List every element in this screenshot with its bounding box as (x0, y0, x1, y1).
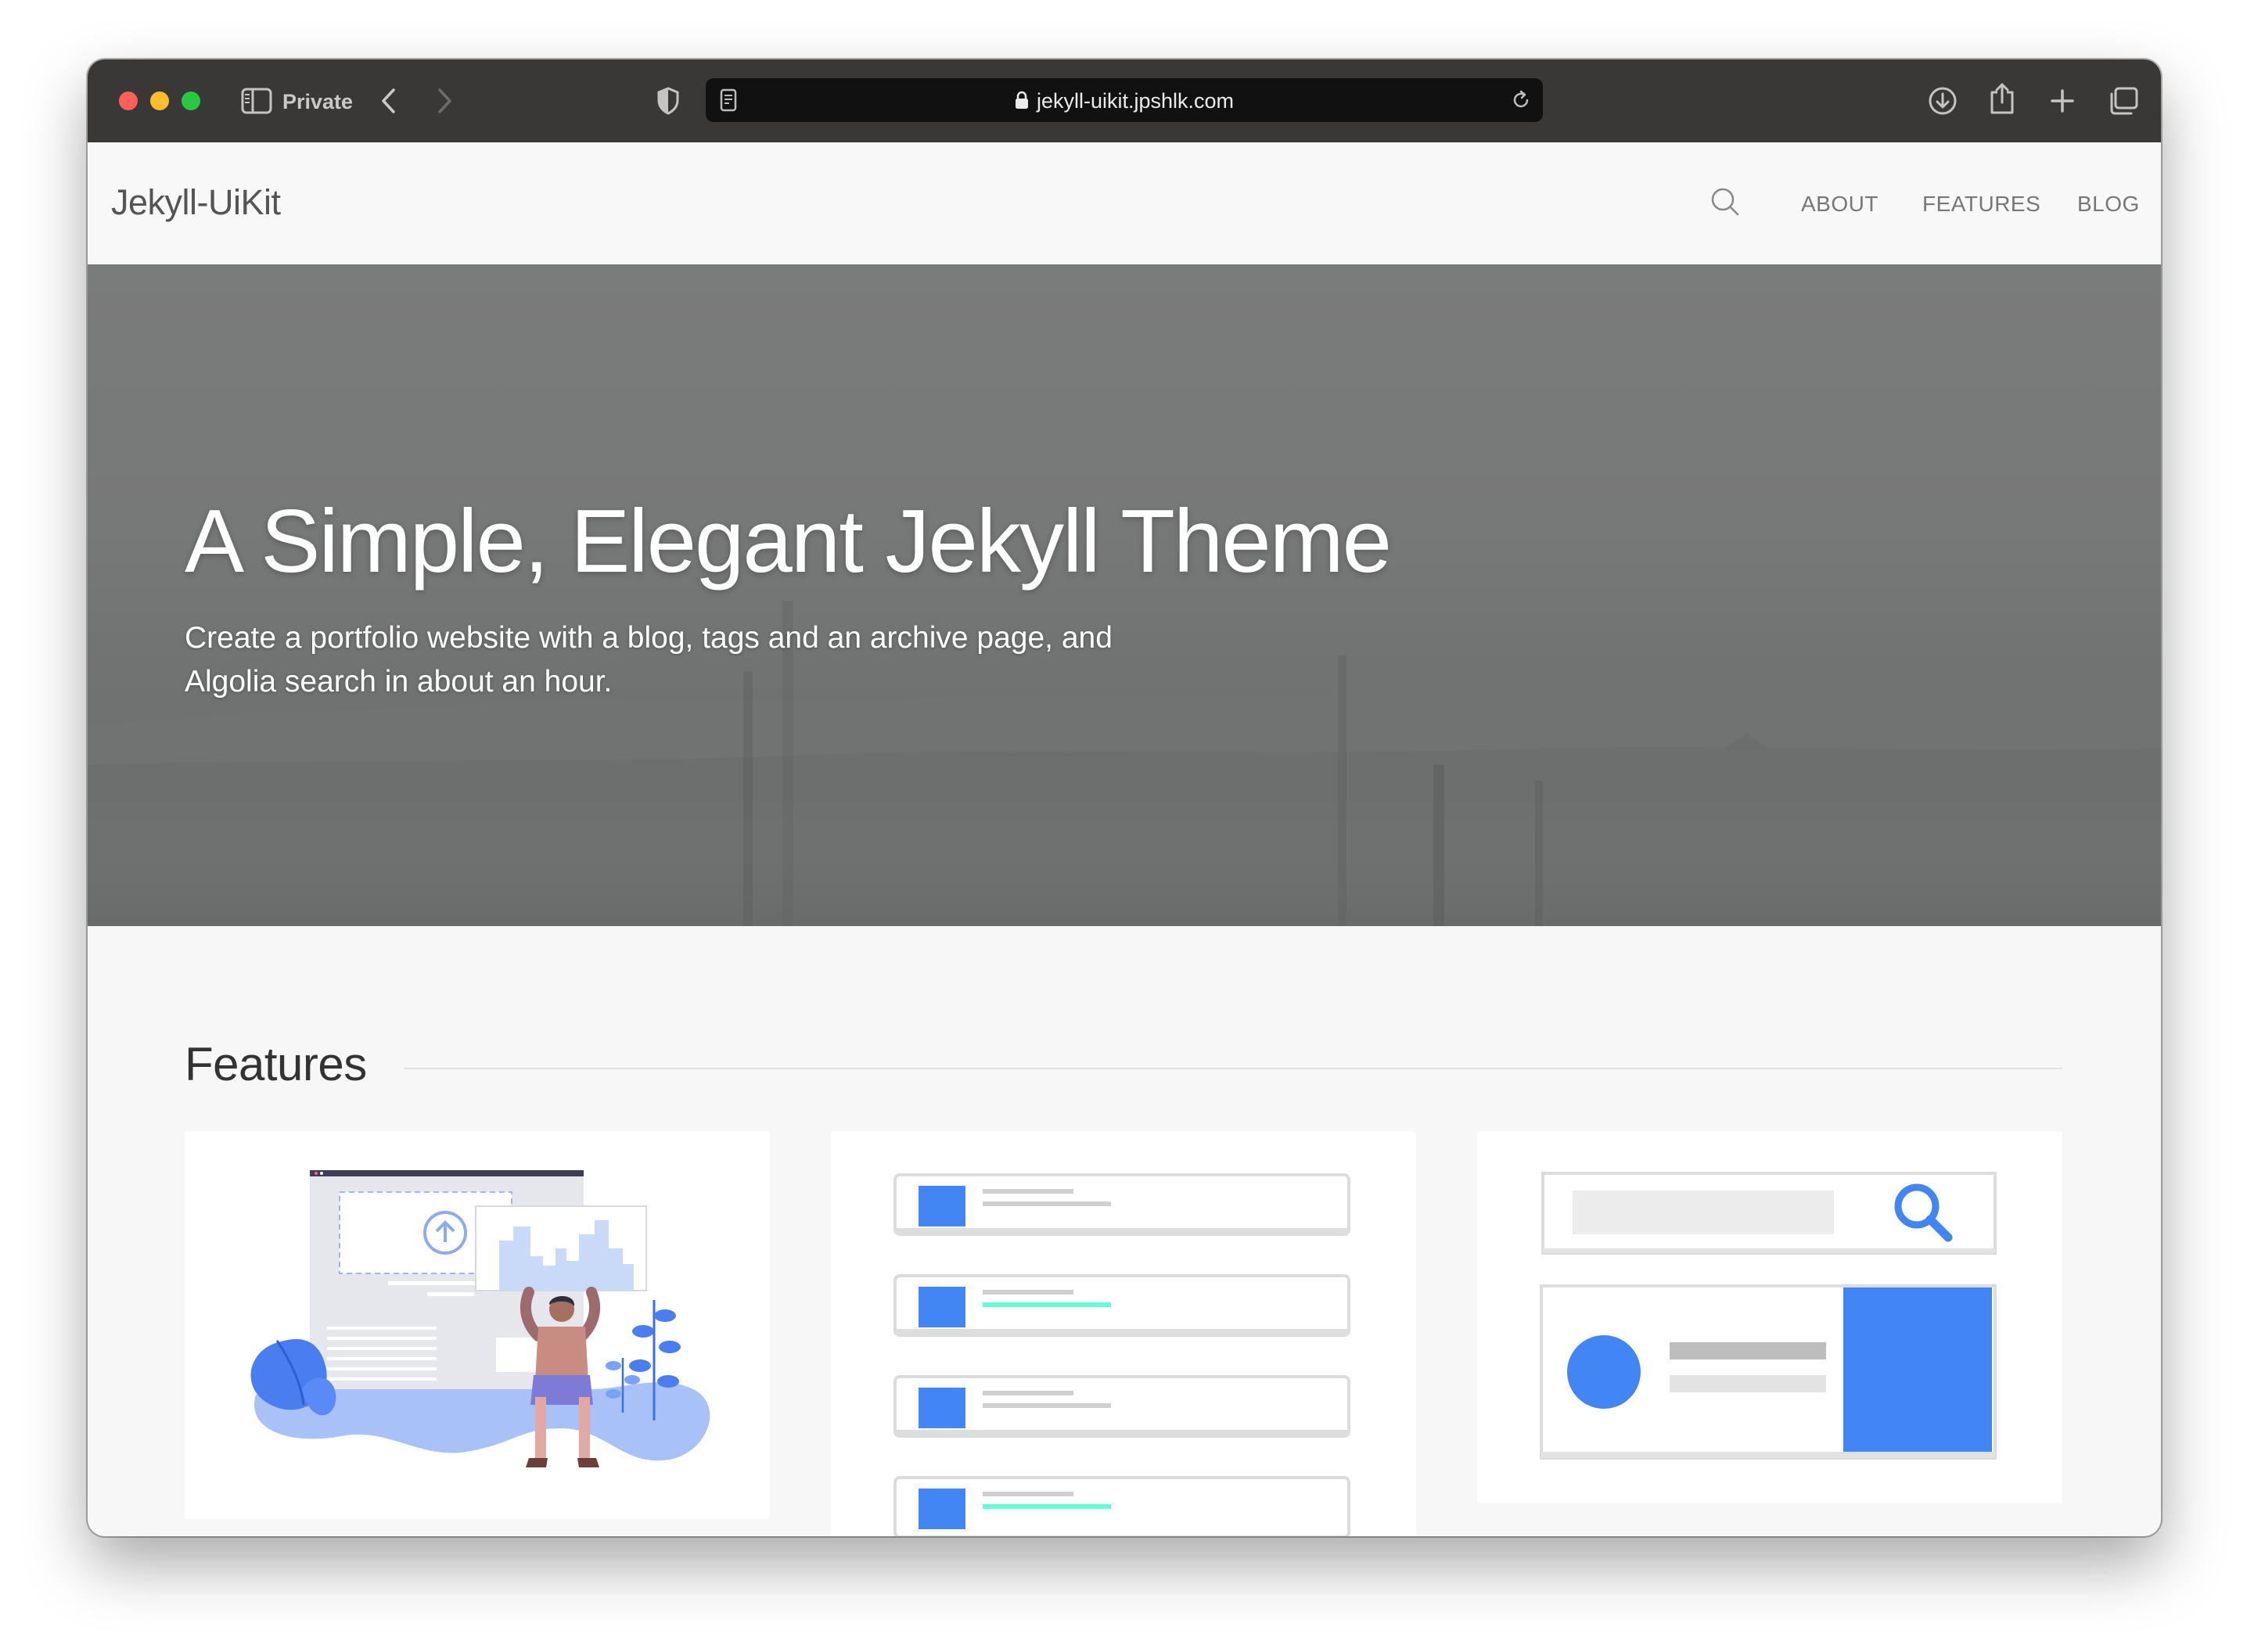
list-row-4 (893, 1476, 1350, 1536)
zoom-window-button[interactable] (182, 92, 200, 110)
reload-icon[interactable] (1510, 89, 1532, 111)
list-row-3 (893, 1375, 1350, 1438)
feature-card-search[interactable] (1477, 1131, 2062, 1503)
list-row-1 (893, 1173, 1350, 1236)
minimize-window-button[interactable] (150, 92, 169, 110)
shield-icon[interactable] (656, 86, 680, 116)
features-divider (404, 1068, 2062, 1069)
nav-blog-link[interactable]: BLOG (2077, 191, 2140, 217)
hero-title: A Simple, Elegant Jekyll Theme (185, 492, 1392, 591)
search-card-illustration (1540, 1172, 1997, 1460)
hero-background-image (88, 601, 2161, 926)
address-bar[interactable]: jekyll-uikit.jpshlk.com (706, 78, 1543, 122)
sidebar-icon[interactable] (241, 88, 272, 114)
hero-subtitle: Create a portfolio website with a blog, … (185, 621, 1113, 699)
new-tab-icon[interactable] (2050, 88, 2075, 113)
site-header: Jekyll-UiKit ABOUT FEATURES BLOG (88, 142, 2161, 264)
search-icon[interactable] (1709, 185, 1742, 222)
hero-section: A Simple, Elegant Jekyll Theme Create a … (88, 264, 2161, 926)
upload-illustration (250, 1170, 710, 1467)
browser-toolbar: Private jekyll-uikit.jpshlk.com (88, 59, 2161, 144)
share-icon[interactable] (1989, 81, 2015, 116)
back-icon[interactable] (379, 88, 398, 114)
feature-card-upload[interactable] (185, 1131, 770, 1519)
lock-icon (1015, 91, 1029, 114)
private-label: Private (282, 90, 354, 113)
tabs-overview-icon[interactable] (2108, 86, 2139, 116)
forward-icon[interactable] (435, 88, 454, 114)
nav-about-link[interactable]: ABOUT (1801, 191, 1878, 217)
features-heading: Features (185, 1038, 367, 1090)
site-brand-link[interactable]: Jekyll-UiKit (111, 181, 281, 224)
list-row-2 (893, 1274, 1350, 1337)
close-window-button[interactable] (119, 92, 138, 110)
browser-window: Private jekyll-uikit.jpshlk.com Jekyll-U… (88, 59, 2161, 1536)
download-icon[interactable] (1928, 86, 1958, 116)
nav-features-link[interactable]: FEATURES (1922, 191, 2040, 217)
feature-card-list[interactable] (831, 1131, 1416, 1536)
url-text: jekyll-uikit.jpshlk.com (1036, 89, 1235, 113)
list-items-illustration (893, 1173, 1350, 1536)
